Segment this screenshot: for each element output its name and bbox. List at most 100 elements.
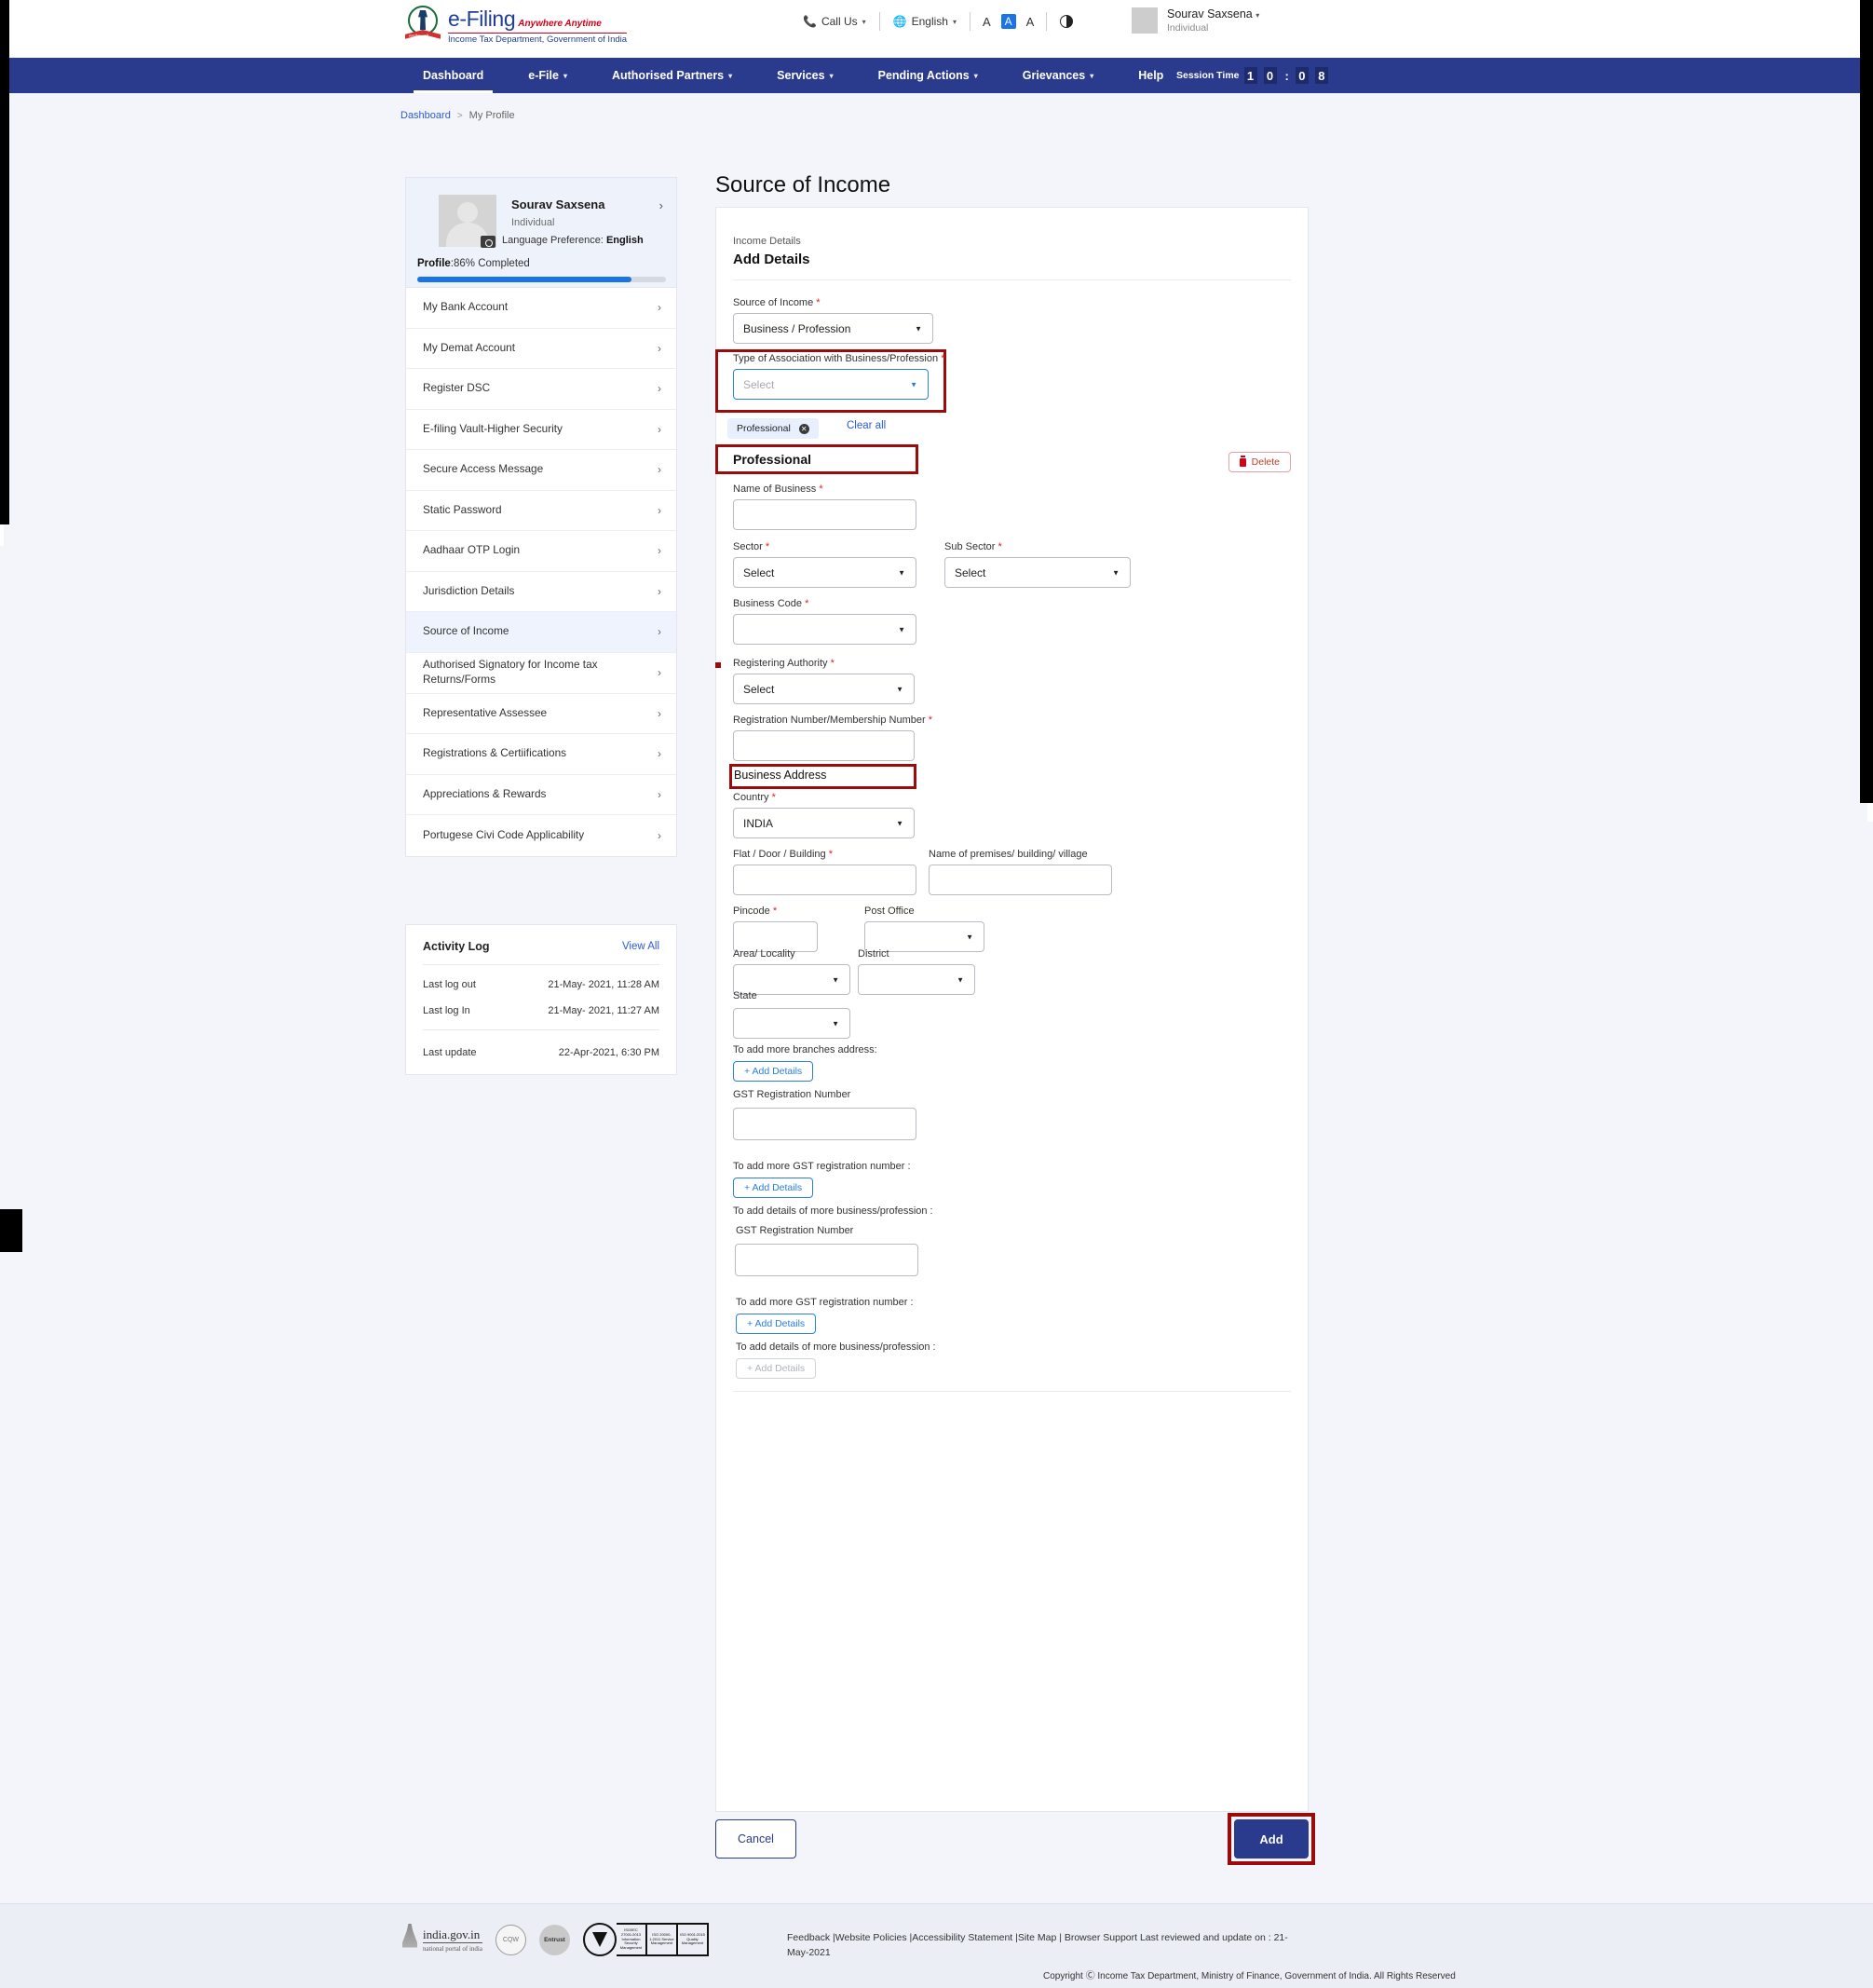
- font-increase-button[interactable]: A: [1026, 15, 1035, 29]
- registration-number-input[interactable]: [733, 730, 915, 761]
- state-select[interactable]: ▼: [733, 1008, 850, 1039]
- business-code-select[interactable]: ▼: [733, 614, 916, 645]
- label-text: Business Code: [733, 598, 802, 609]
- sidebar-item-label: Jurisdiction Details: [423, 584, 514, 599]
- cancel-button[interactable]: Cancel: [715, 1819, 796, 1859]
- sidebar-item-appreciations-rewards[interactable]: Appreciations & Rewards ›: [406, 775, 676, 816]
- trash-icon: [1240, 458, 1246, 467]
- sidebar-item-jurisdiction-details[interactable]: Jurisdiction Details ›: [406, 572, 676, 613]
- nav-item-grievances[interactable]: Grievances ▾: [1000, 58, 1116, 93]
- required-marker: *: [831, 658, 835, 669]
- activity-log-label: Last log In: [423, 1005, 470, 1016]
- footer-link-list[interactable]: Feedback |Website Policies |Accessibilit…: [787, 1932, 1137, 1943]
- camera-icon[interactable]: [481, 236, 495, 248]
- contrast-icon: [1060, 15, 1073, 28]
- divider: [733, 1391, 1291, 1392]
- national-emblem-icon: सत्यमेव जयते: [405, 6, 441, 47]
- user-name-text: Sourav Saxsena: [1167, 7, 1253, 20]
- language-menu[interactable]: 🌐 English ▾: [880, 15, 970, 28]
- sidebar-item-source-of-income[interactable]: Source of Income ›: [406, 612, 676, 653]
- sidebar-item-authorised-signatory[interactable]: Authorised Signatory for Income tax Retu…: [406, 653, 676, 694]
- site-logo[interactable]: सत्यमेव जयते e-Filing Anywhere Anytime I…: [405, 6, 627, 47]
- chevron-right-icon: ›: [658, 787, 661, 802]
- delete-button[interactable]: Delete: [1228, 452, 1291, 472]
- nav-item-authorised-partners[interactable]: Authorised Partners ▾: [590, 58, 754, 93]
- sidebar-item-efiling-vault[interactable]: E-filing Vault-Higher Security ›: [406, 410, 676, 451]
- activity-log-card: Activity Log View All Last log out 21-Ma…: [405, 924, 677, 1075]
- sub-sector-select[interactable]: Select ▼: [944, 557, 1131, 588]
- add-button[interactable]: Add: [1234, 1819, 1309, 1859]
- breadcrumb: Dashboard > My Profile: [400, 110, 515, 121]
- nav-item-e-file[interactable]: e-File ▾: [506, 58, 590, 93]
- sidebar-item-label: Appreciations & Rewards: [423, 787, 546, 802]
- district-select[interactable]: ▼: [858, 964, 975, 995]
- session-timer-label: Session Time: [1176, 70, 1240, 81]
- chevron-right-icon: ›: [658, 584, 661, 599]
- required-marker: *: [829, 849, 833, 860]
- required-marker: *: [773, 905, 777, 917]
- screenshot-edge-artifact: [1860, 0, 1873, 803]
- gst-registration-number-input-2[interactable]: [735, 1244, 918, 1276]
- iso-logo-icon: [583, 1923, 617, 1956]
- label-text: Flat / Door / Building: [733, 849, 826, 860]
- country-select[interactable]: INDIA ▼: [733, 808, 915, 838]
- breadcrumb-dashboard[interactable]: Dashboard: [400, 110, 451, 121]
- business-address-section-title: Business Address: [734, 769, 826, 782]
- sidebar-item-my-bank-account[interactable]: My Bank Account ›: [406, 288, 676, 329]
- close-icon[interactable]: ✕: [799, 424, 809, 434]
- gst-registration-number-input-1[interactable]: [733, 1108, 916, 1140]
- sector-select[interactable]: Select ▼: [733, 557, 916, 588]
- profile-completion-label: Profile:86% Completed: [417, 258, 530, 269]
- sidebar-item-register-dsc[interactable]: Register DSC ›: [406, 369, 676, 410]
- sidebar-item-portugese-civil-code[interactable]: Portugese Civi Code Applicability ›: [406, 815, 676, 856]
- sub-sector-label: Sub Sector *: [944, 541, 1002, 552]
- name-of-business-input[interactable]: [733, 499, 916, 530]
- nav-item-dashboard[interactable]: Dashboard: [400, 58, 506, 93]
- label-text: Area/ Locality: [733, 948, 795, 960]
- select-value: Select: [955, 566, 985, 579]
- chevron-right-icon: ›: [658, 300, 661, 315]
- sidebar-item-static-password[interactable]: Static Password ›: [406, 491, 676, 532]
- sidebar-item-aadhaar-otp-login[interactable]: Aadhaar OTP Login ›: [406, 531, 676, 572]
- flat-door-building-input[interactable]: [733, 865, 916, 895]
- name-of-premises-input[interactable]: [929, 865, 1112, 895]
- font-decrease-button[interactable]: A: [983, 15, 991, 29]
- chevron-down-icon: ▼: [915, 324, 922, 333]
- sidebar-item-label: Secure Access Message: [423, 462, 543, 477]
- user-account-menu[interactable]: Sourav Saxsena ▾ Individual: [1132, 7, 1259, 34]
- required-marker: *: [929, 715, 932, 726]
- user-type: Individual: [1167, 22, 1259, 34]
- call-us-menu[interactable]: 📞 Call Us ▾: [790, 15, 879, 28]
- breadcrumb-separator: >: [457, 111, 463, 121]
- india-gov-logo[interactable]: india.gov.in national portal of india: [402, 1924, 482, 1955]
- emblem-motto: सत्यमेव जयते: [409, 34, 428, 39]
- brand-subtitle: Income Tax Department, Government of Ind…: [448, 33, 627, 45]
- add-more-gst-helper-1: To add more GST registration number :: [733, 1161, 911, 1172]
- chevron-right-icon: ›: [658, 746, 661, 761]
- nav-item-services[interactable]: Services ▾: [754, 58, 855, 93]
- add-branch-details-button[interactable]: + Add Details: [733, 1061, 813, 1082]
- sidebar-item-representative-assessee[interactable]: Representative Assessee ›: [406, 694, 676, 735]
- selected-chip-professional[interactable]: Professional ✕: [727, 418, 819, 439]
- add-more-business-helper-1: To add details of more business/professi…: [733, 1205, 933, 1217]
- sidebar-item-secure-access-message[interactable]: Secure Access Message ›: [406, 450, 676, 491]
- primary-navigation: Dashboard e-File ▾ Authorised Partners ▾…: [9, 58, 1860, 93]
- chevron-right-icon[interactable]: ›: [659, 198, 663, 212]
- sidebar-item-registrations-certifications[interactable]: Registrations & Certiifications ›: [406, 734, 676, 775]
- add-details-label: + Add Details: [747, 1318, 805, 1329]
- clear-all-link[interactable]: Clear all: [847, 420, 886, 431]
- profile-summary-card[interactable]: Sourav Saxsena Individual › Language Pre…: [405, 177, 677, 287]
- sidebar-item-my-demat-account[interactable]: My Demat Account ›: [406, 329, 676, 370]
- contrast-toggle-button[interactable]: [1047, 15, 1086, 28]
- type-of-association-select[interactable]: Select ▼: [733, 369, 929, 400]
- add-more-gst-button-1[interactable]: + Add Details: [733, 1178, 813, 1198]
- nav-item-pending-actions[interactable]: Pending Actions ▾: [856, 58, 1000, 93]
- add-more-gst-button-2[interactable]: + Add Details: [736, 1314, 816, 1334]
- source-of-income-select[interactable]: Business / Profession ▼: [733, 313, 933, 344]
- font-normal-button[interactable]: A: [1001, 14, 1016, 29]
- chevron-down-icon: ▼: [957, 975, 964, 984]
- post-office-label: Post Office: [864, 905, 915, 917]
- registering-authority-select[interactable]: Select ▼: [733, 674, 915, 704]
- activity-log-view-all-link[interactable]: View All: [622, 941, 659, 952]
- divider: [423, 1029, 659, 1030]
